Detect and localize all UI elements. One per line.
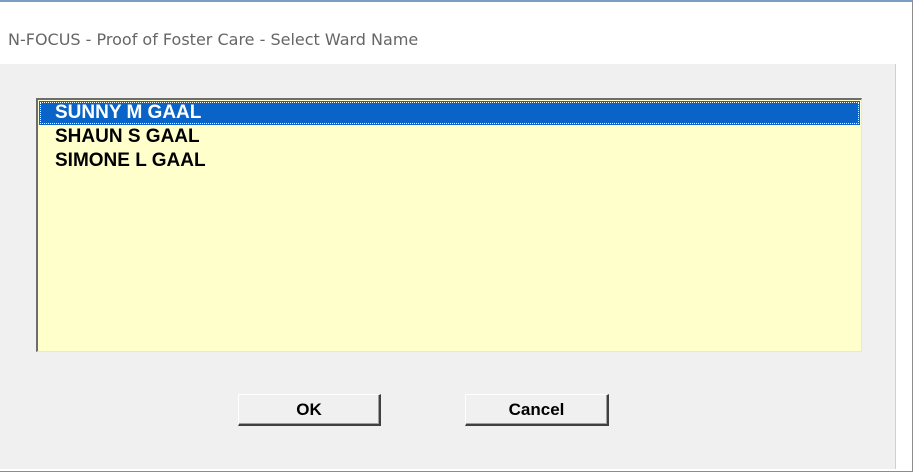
cancel-button[interactable]: Cancel	[465, 394, 609, 426]
dialog-body: SUNNY M GAAL SHAUN S GAAL SIMONE L GAAL …	[0, 64, 896, 469]
ward-list-item[interactable]: SHAUN S GAAL	[39, 125, 860, 149]
ward-list-item[interactable]: SUNNY M GAAL	[39, 101, 860, 125]
ok-button[interactable]: OK	[238, 394, 381, 426]
ward-name-listbox[interactable]: SUNNY M GAAL SHAUN S GAAL SIMONE L GAAL	[36, 98, 862, 352]
window-title: N-FOCUS - Proof of Foster Care - Select …	[8, 30, 419, 49]
title-bar[interactable]: N-FOCUS - Proof of Foster Care - Select …	[0, 2, 912, 64]
select-ward-dialog: N-FOCUS - Proof of Foster Care - Select …	[0, 0, 913, 472]
screen: N-FOCUS - Proof of Foster Care - Select …	[0, 0, 915, 473]
ward-list-item[interactable]: SIMONE L GAAL	[39, 149, 860, 173]
